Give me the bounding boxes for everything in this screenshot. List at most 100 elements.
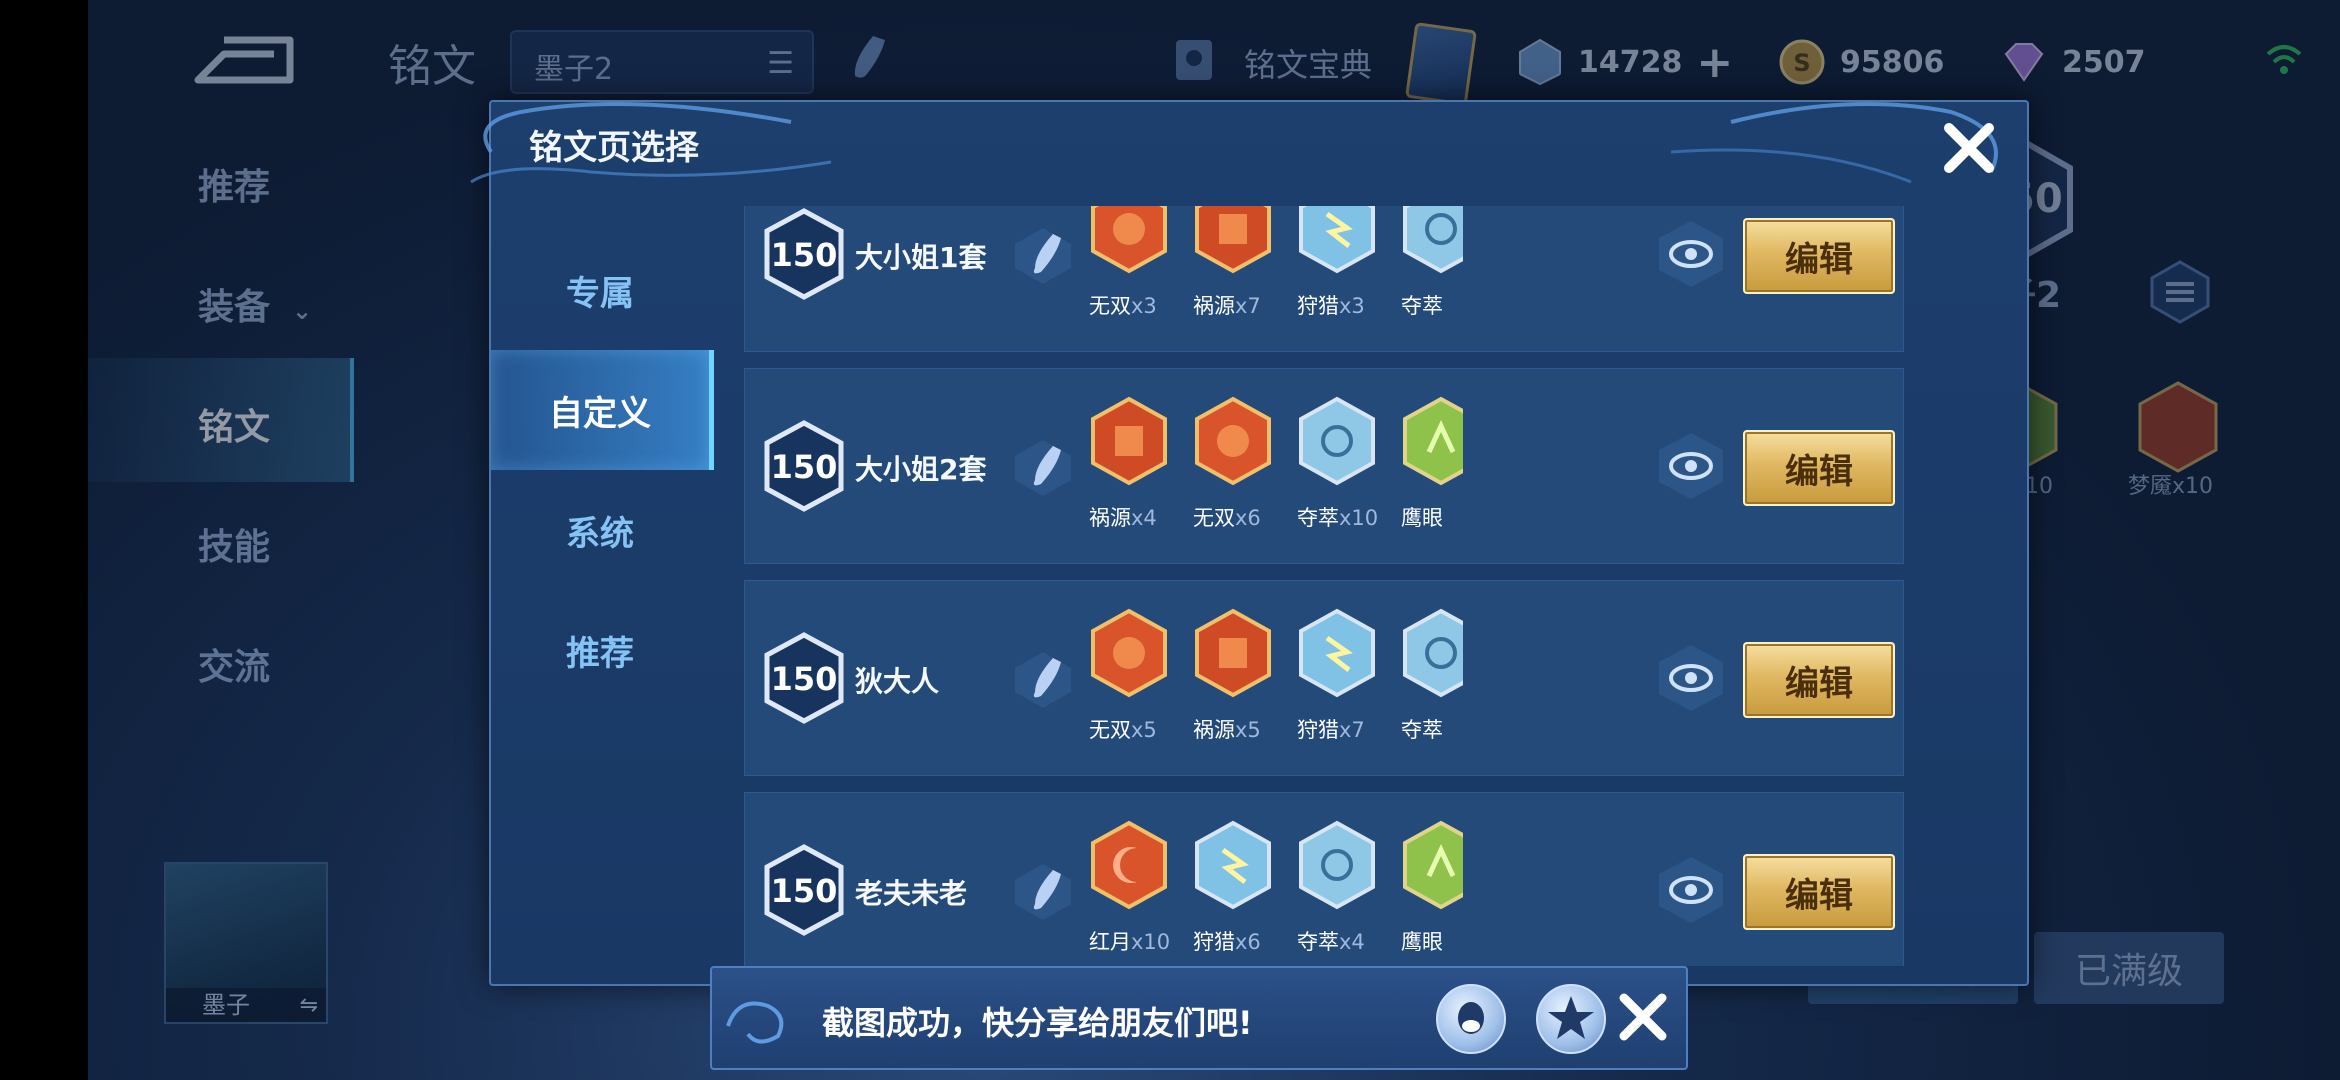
page-level: 150 xyxy=(770,236,838,274)
rune-wushuang-icon xyxy=(1195,396,1271,486)
qzone-star-icon xyxy=(1548,996,1594,1039)
rune-page-row[interactable]: 150 大小姐1套 无双x3 祸源x7 狩猎x3 夺萃 编辑 xyxy=(744,206,1904,352)
gold-amount: 95806 xyxy=(1840,44,1945,80)
page-level: 150 xyxy=(770,872,838,910)
rune-page-dropdown-label: 墨子2 xyxy=(534,52,614,87)
rune-duocui-icon xyxy=(1299,396,1375,486)
svg-text:S: S xyxy=(1793,49,1810,77)
sidebar-item-label: 装备 xyxy=(198,287,271,328)
rune-item: 狩猎x3 xyxy=(1297,206,1397,318)
rune-summary: 无双x5 祸源x5 狩猎x7 夺萃 xyxy=(1089,608,1463,758)
rune-page-select-dialog: 铭文页选择 专属 自定义 系统 推荐 150 大小姐1套 无双x3 祸源x7 狩… xyxy=(470,100,2029,986)
rune-yingyan-icon xyxy=(1403,820,1463,910)
sidebar-item-chat[interactable]: 交流 xyxy=(198,638,270,690)
preview-eye-icon[interactable] xyxy=(1655,854,1727,926)
share-qzone-button[interactable] xyxy=(1536,984,1606,1054)
brush-icon[interactable] xyxy=(833,30,893,90)
rune-item: 夺萃x10 xyxy=(1297,396,1397,530)
rune-item: 祸源x7 xyxy=(1193,206,1293,318)
rune-page-row[interactable]: 150 大小姐2套 祸源x4 无双x6 夺萃x10 鹰眼 编辑 xyxy=(744,368,1904,564)
rune-page-dropdown[interactable]: 墨子2 ☰ xyxy=(510,30,814,94)
swap-icon[interactable]: ⇋ xyxy=(300,993,318,1018)
edit-button[interactable]: 编辑 xyxy=(1743,430,1895,506)
game-screen: 铭文 墨子2 ☰ 铭文宝典 14728 + S 95806 2507 推荐 装备… xyxy=(88,0,2340,1080)
rune-shoulie-icon xyxy=(1299,206,1375,274)
rune-duocui-icon xyxy=(1299,820,1375,910)
codex-icon[interactable] xyxy=(1168,34,1220,86)
rune-duocui-icon xyxy=(1403,206,1463,274)
rune-item: 狩猎x7 xyxy=(1297,608,1397,742)
toast-message: 截图成功，快分享给朋友们吧! xyxy=(822,1004,1253,1042)
rune-label: 梦魇x10 xyxy=(2128,474,2214,499)
rune-shoulie-icon xyxy=(1299,608,1375,698)
rune-page-row[interactable]: 150 老夫未老 红月x10 狩猎x6 夺萃x4 鹰眼 编辑 xyxy=(744,792,1904,966)
rune-item: 鹰眼 xyxy=(1401,820,1463,954)
rune-item: 无双x5 xyxy=(1089,608,1189,742)
page-name: 老夫未老 xyxy=(855,877,968,910)
codex-link[interactable]: 铭文宝典 xyxy=(1244,40,1372,86)
rune-wushuang-icon xyxy=(1091,206,1167,274)
rune-icon-mengyan xyxy=(2138,381,2218,473)
menu-icon[interactable] xyxy=(2148,260,2212,324)
page-title: 铭文 xyxy=(388,41,476,92)
rune-item: 夺萃 xyxy=(1401,206,1463,318)
sidebar-item-runes[interactable]: 铭文 xyxy=(198,398,270,450)
rename-brush-icon[interactable] xyxy=(1011,224,1075,288)
chevron-down-icon: ⌄ xyxy=(292,297,313,325)
back-arrow-icon[interactable] xyxy=(194,34,294,86)
rune-shoulie-icon xyxy=(1195,820,1271,910)
rune-duocui-icon xyxy=(1403,608,1463,698)
page-level: 150 xyxy=(770,448,838,486)
rune-summary: 红月x10 狩猎x6 夺萃x4 鹰眼 xyxy=(1089,820,1463,966)
max-level-button[interactable]: 已满级 xyxy=(2034,932,2224,1004)
tab-custom[interactable]: 自定义 xyxy=(491,350,714,470)
sidebar-item-recommend[interactable]: 推荐 xyxy=(198,158,270,210)
rune-item: 夺萃 xyxy=(1401,608,1463,742)
gem-icon xyxy=(2004,43,2044,82)
rune-item: 鹰眼 xyxy=(1401,396,1463,530)
rename-brush-icon[interactable] xyxy=(1011,436,1075,500)
rename-brush-icon[interactable] xyxy=(1011,648,1075,712)
rune-page-list[interactable]: 150 大小姐1套 无双x3 祸源x7 狩猎x3 夺萃 编辑 150 大小姐2套… xyxy=(744,206,1904,966)
hero-avatar[interactable]: 墨子 ⇋ xyxy=(164,862,328,1024)
sidebar-item-skills[interactable]: 技能 xyxy=(198,518,270,570)
rune-item: 狩猎x6 xyxy=(1193,820,1293,954)
wifi-icon xyxy=(2266,45,2302,74)
tab-system[interactable]: 系统 xyxy=(491,470,709,590)
rename-brush-icon[interactable] xyxy=(1011,860,1075,924)
decorative-swirl xyxy=(726,1001,784,1044)
gem-currency: 2507 xyxy=(2000,36,2146,88)
preview-eye-icon[interactable] xyxy=(1655,430,1727,502)
preview-eye-icon[interactable] xyxy=(1655,218,1727,290)
gold-currency: S 95806 xyxy=(1778,36,1944,88)
rune-huoyuan-icon xyxy=(1195,608,1271,698)
crystal-currency: 14728 + xyxy=(1516,36,1733,88)
rune-yingyan-icon xyxy=(1403,396,1463,486)
rune-huoyuan-icon xyxy=(1091,396,1167,486)
rune-huoyuan-icon xyxy=(1195,206,1271,274)
rune-hongyue-icon xyxy=(1091,820,1167,910)
edit-button[interactable]: 编辑 xyxy=(1743,854,1895,930)
rune-item: 夺萃x4 xyxy=(1297,820,1397,954)
close-icon[interactable] xyxy=(1614,988,1672,1046)
page-level: 150 xyxy=(770,660,838,698)
tab-exclusive[interactable]: 专属 xyxy=(491,230,709,350)
rune-item: 无双x6 xyxy=(1193,396,1293,530)
gem-amount: 2507 xyxy=(2062,44,2146,80)
rune-wushuang-icon xyxy=(1091,608,1167,698)
edit-button[interactable]: 编辑 xyxy=(1743,642,1895,718)
list-icon: ☰ xyxy=(767,46,794,81)
share-toast: 截图成功，快分享给朋友们吧! xyxy=(710,966,1688,1070)
preview-eye-icon[interactable] xyxy=(1655,642,1727,714)
card-icon[interactable] xyxy=(1405,22,1477,106)
tab-recommend[interactable]: 推荐 xyxy=(491,590,709,710)
sidebar-item-equipment[interactable]: 装备 ⌄ xyxy=(198,278,312,330)
share-qq-button[interactable] xyxy=(1436,984,1506,1054)
close-icon[interactable] xyxy=(1939,118,1999,178)
rune-page-row[interactable]: 150 狄大人 无双x5 祸源x5 狩猎x7 夺萃 编辑 xyxy=(744,580,1904,776)
page-name: 狄大人 xyxy=(855,665,940,698)
rune-item: 祸源x4 xyxy=(1089,396,1189,530)
add-crystal-icon[interactable]: + xyxy=(1696,37,1733,88)
rune-summary: 祸源x4 无双x6 夺萃x10 鹰眼 xyxy=(1089,396,1463,546)
edit-button[interactable]: 编辑 xyxy=(1743,218,1895,294)
